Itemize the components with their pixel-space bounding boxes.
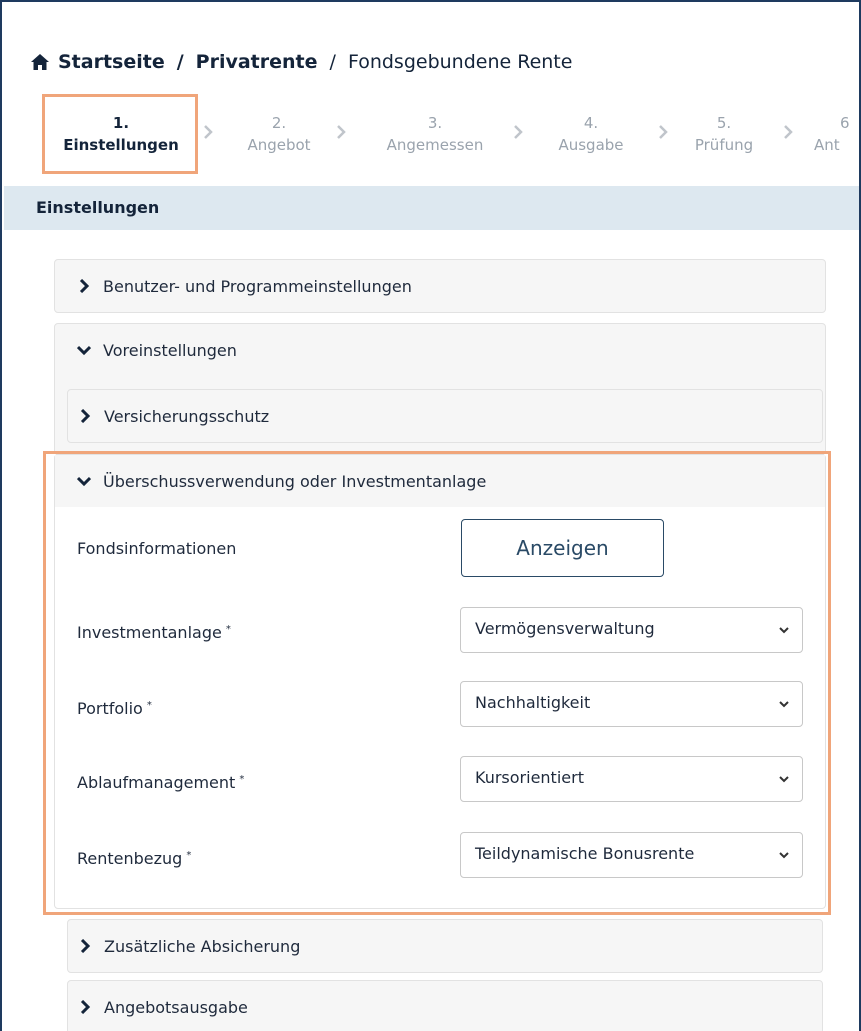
section-title: Einstellungen bbox=[4, 186, 859, 230]
chevron-down-icon bbox=[77, 345, 91, 356]
step-antrag[interactable]: 6 Ant bbox=[814, 112, 859, 156]
step-label: Angebot bbox=[247, 136, 311, 154]
breadcrumb-current: Fondsgebundene Rente bbox=[347, 51, 573, 73]
breadcrumb-separator: / bbox=[329, 51, 336, 73]
step-number: 3. bbox=[427, 114, 443, 132]
panel-header[interactable]: Angebotsausgabe bbox=[68, 981, 822, 1031]
panel-title: Zusätzliche Absicherung bbox=[104, 936, 301, 956]
step-pruefung[interactable]: 5. Prüfung bbox=[686, 112, 762, 156]
step-number: 5. bbox=[716, 114, 732, 132]
panel-insurance[interactable]: Versicherungsschutz bbox=[67, 389, 823, 443]
step-ausgabe[interactable]: 4. Ausgabe bbox=[546, 112, 636, 156]
panel-title: Versicherungsschutz bbox=[104, 406, 270, 426]
chevron-right-icon bbox=[80, 1000, 91, 1014]
step-label: Ant bbox=[814, 136, 840, 154]
home-icon[interactable] bbox=[30, 52, 50, 72]
chevron-right-icon bbox=[337, 125, 346, 139]
panel-title: Benutzer- und Programmeinstellungen bbox=[103, 276, 412, 296]
panel-user-settings[interactable]: Benutzer- und Programmeinstellungen bbox=[54, 259, 826, 313]
section-highlight-frame bbox=[43, 451, 831, 915]
breadcrumb: Startseite / Privatrente / Fondsgebunden… bbox=[30, 51, 572, 73]
breadcrumb-separator: / bbox=[176, 51, 184, 73]
step-label: Angemessen bbox=[386, 136, 484, 154]
panel-title: Angebotsausgabe bbox=[104, 997, 248, 1017]
step-label: Prüfung bbox=[694, 136, 754, 154]
app-frame: Startseite / Privatrente / Fondsgebunden… bbox=[0, 0, 861, 1031]
chevron-right-icon bbox=[79, 279, 90, 293]
chevron-right-icon bbox=[80, 939, 91, 953]
breadcrumb-product-link[interactable]: Privatrente bbox=[196, 51, 318, 73]
step-number: 2. bbox=[271, 114, 287, 132]
chevron-right-icon bbox=[80, 409, 91, 423]
chevron-right-icon bbox=[204, 125, 213, 139]
step-angemessen[interactable]: 3. Angemessen bbox=[372, 112, 498, 156]
step-highlight-frame bbox=[42, 94, 198, 174]
breadcrumb-home-link[interactable]: Startseite bbox=[58, 51, 165, 73]
panel-header[interactable]: Versicherungsschutz bbox=[68, 390, 822, 442]
step-number: 4. bbox=[583, 114, 599, 132]
chevron-right-icon bbox=[659, 125, 668, 139]
chevron-right-icon bbox=[514, 125, 523, 139]
step-label: Ausgabe bbox=[558, 136, 624, 154]
panel-header[interactable]: Zusätzliche Absicherung bbox=[68, 920, 822, 972]
step-angebot[interactable]: 2. Angebot bbox=[234, 112, 324, 156]
chevron-right-icon bbox=[784, 125, 793, 139]
step-number: 6 bbox=[840, 114, 850, 132]
panel-offer-output[interactable]: Angebotsausgabe bbox=[67, 980, 823, 1031]
panel-additional[interactable]: Zusätzliche Absicherung bbox=[67, 919, 823, 973]
panel-header[interactable]: Voreinstellungen bbox=[55, 324, 825, 376]
panel-header[interactable]: Benutzer- und Programmeinstellungen bbox=[55, 260, 825, 312]
panel-title: Voreinstellungen bbox=[103, 340, 237, 360]
